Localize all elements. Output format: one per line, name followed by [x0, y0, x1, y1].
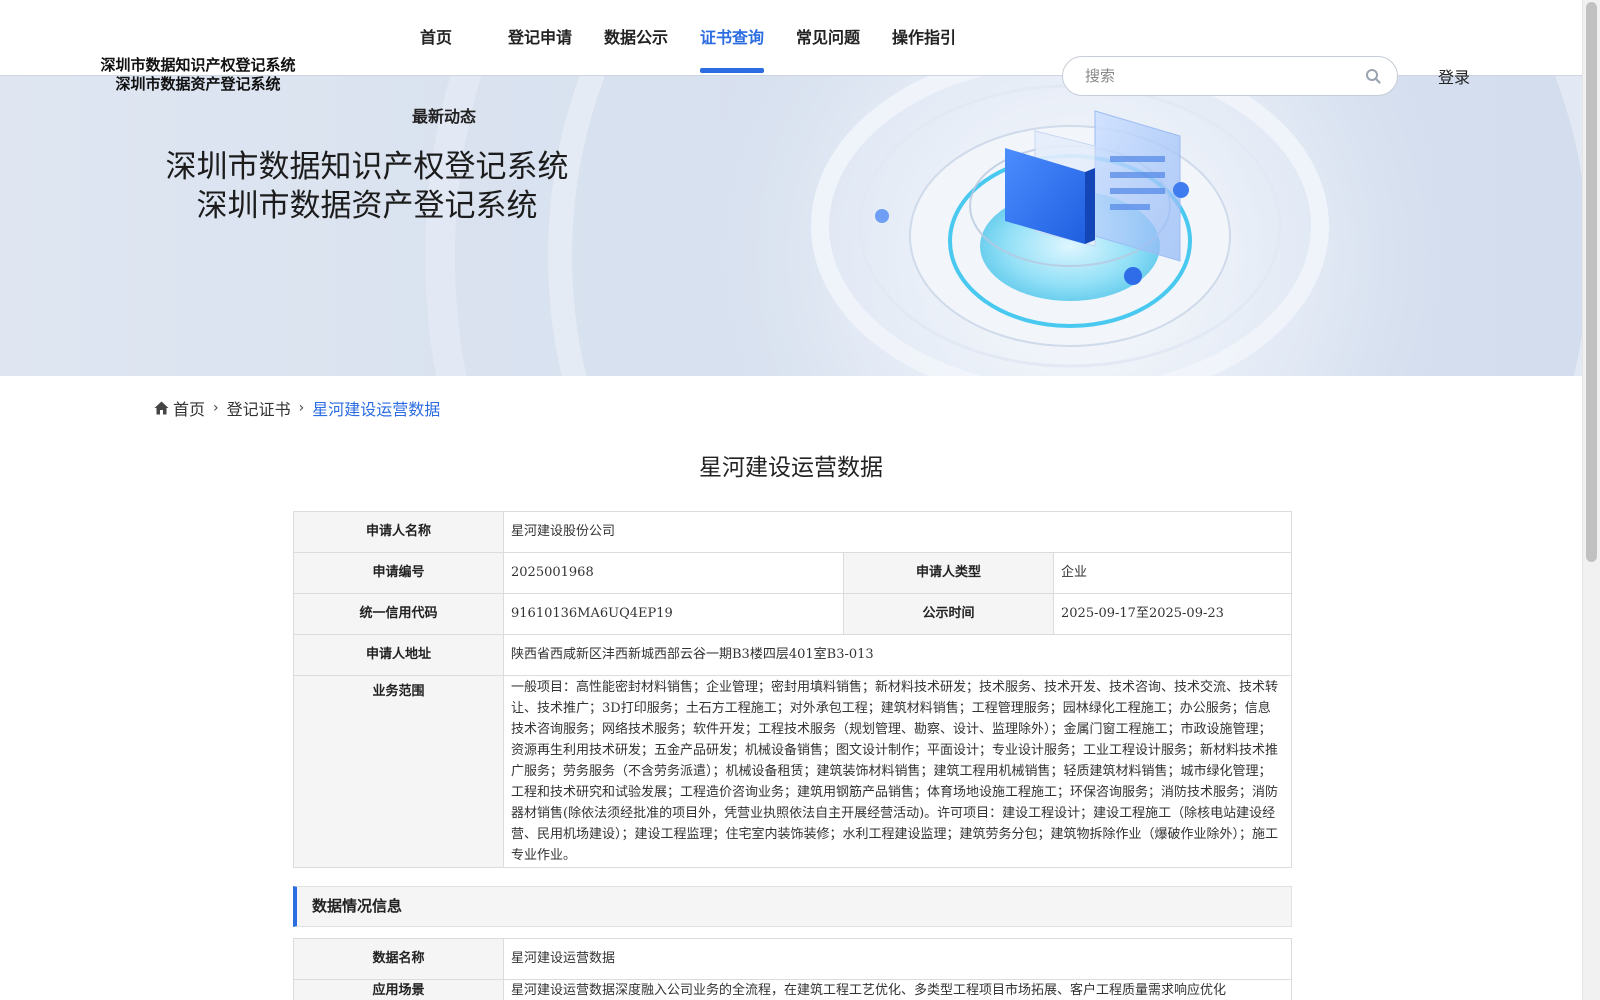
applicant-address-value: 陕西省西咸新区沣西新城西部云谷一期B3楼四层401室B3-013	[503, 634, 1292, 676]
data-info-table: 数据名称 星河建设运营数据 应用场景 星河建设运营数据深度融入公司业务的全流程，…	[293, 938, 1292, 1000]
nav-item-register-apply[interactable]: 登记申请	[508, 24, 572, 48]
applicant-type-value: 企业	[1053, 552, 1292, 594]
breadcrumb-home[interactable]: 首页	[173, 396, 205, 420]
nav-item-home[interactable]: 首页	[420, 24, 452, 48]
application-scene-label: 应用场景	[293, 979, 504, 1000]
table-row: 业务范围 一般项目：高性能密封材料销售；企业管理；密封用填料销售；新材料技术研发…	[293, 675, 1292, 868]
search-icon[interactable]	[1365, 68, 1381, 84]
page-title: 星河建设运营数据	[699, 455, 883, 481]
scrollbar-thumb[interactable]	[1586, 2, 1597, 562]
table-row: 申请人名称 星河建设股份公司	[293, 511, 1292, 553]
page-scrollbar[interactable]	[1582, 0, 1600, 1000]
business-scope-value: 一般项目：高性能密封材料销售；企业管理；密封用填料销售；新材料技术研发；技术服务…	[503, 675, 1292, 868]
table-row: 申请编号 2025001968 申请人类型 企业	[293, 552, 1292, 594]
table-row: 数据名称 星河建设运营数据	[293, 938, 1292, 980]
applicant-name-value: 星河建设股份公司	[503, 511, 1292, 553]
search-box	[1062, 56, 1398, 96]
logo-line-1: 深圳市数据知识产权登记系统	[100, 56, 296, 74]
application-number-label: 申请编号	[293, 552, 504, 594]
nav-item-data-publicity[interactable]: 数据公示	[604, 24, 668, 48]
application-scene-value: 星河建设运营数据深度融入公司业务的全流程，在建筑工程工艺优化、多类型工程项目市场…	[503, 979, 1292, 1000]
data-name-label: 数据名称	[293, 938, 504, 980]
table-row: 统一信用代码 91610136MA6UQ4EP19 公示时间 2025-09-1…	[293, 593, 1292, 635]
banner-title-line-2: 深圳市数据资产登记系统	[196, 188, 538, 224]
breadcrumb-certificates[interactable]: 登记证书	[227, 396, 291, 420]
banner-title-line-1: 深圳市数据知识产权登记系统	[165, 149, 569, 185]
chevron-right-icon: ›	[298, 400, 305, 416]
banner-title: 深圳市数据知识产权登记系统 深圳市数据资产登记系统	[155, 148, 579, 226]
data-info-section-heading: 数据情况信息	[293, 886, 1292, 927]
publicity-period-label: 公示时间	[843, 593, 1054, 635]
table-row: 应用场景 星河建设运营数据深度融入公司业务的全流程，在建筑工程工艺优化、多类型工…	[293, 979, 1292, 1000]
business-scope-label: 业务范围	[293, 675, 504, 868]
site-logo[interactable]: 深圳市数据知识产权登记系统 深圳市数据资产登记系统	[86, 56, 310, 94]
chevron-right-icon: ›	[213, 400, 219, 416]
credit-code-label: 统一信用代码	[293, 593, 504, 635]
data-name-value: 星河建设运营数据	[503, 938, 1292, 980]
application-number-value: 2025001968	[503, 552, 844, 594]
table-row: 申请人地址 陕西省西咸新区沣西新城西部云谷一期B3楼四层401室B3-013	[293, 634, 1292, 676]
applicant-type-label: 申请人类型	[843, 552, 1054, 594]
banner-illustration	[425, 76, 1582, 376]
publicity-period-value: 2025-09-17至2025-09-23	[1053, 593, 1292, 635]
login-link[interactable]: 登录	[1438, 64, 1470, 88]
hero-banner: 深圳市数据知识产权登记系统 深圳市数据资产登记系统	[0, 76, 1582, 376]
credit-code-value: 91610136MA6UQ4EP19	[503, 593, 844, 635]
search-input[interactable]	[1085, 65, 1345, 87]
applicant-address-label: 申请人地址	[293, 634, 504, 676]
home-icon	[154, 401, 169, 415]
nav-item-guide[interactable]: 操作指引	[892, 24, 956, 48]
breadcrumb-current: 星河建设运营数据	[312, 400, 441, 419]
logo-line-2: 深圳市数据资产登记系统	[115, 75, 281, 93]
nav-item-certificate-query[interactable]: 证书查询	[700, 24, 765, 73]
nav-item-faq[interactable]: 常见问题	[796, 24, 860, 48]
breadcrumb: 首页 › 登记证书 › 星河建设运营数据	[154, 396, 440, 420]
applicant-info-table: 申请人名称 星河建设股份公司 申请编号 2025001968 申请人类型 企业 …	[293, 511, 1292, 868]
nav-item-latest-news[interactable]: 最新动态	[412, 103, 476, 127]
applicant-name-label: 申请人名称	[293, 511, 504, 553]
